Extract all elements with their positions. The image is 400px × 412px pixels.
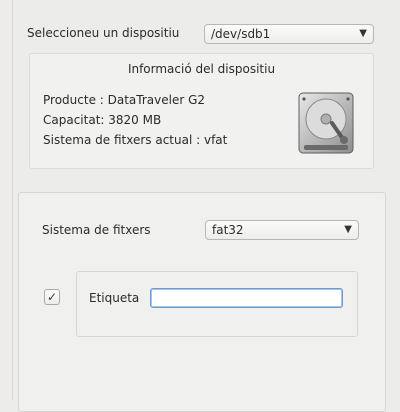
device-info-panel: Informació del dispositiu Producte : Dat…: [29, 53, 374, 169]
device-select-label: Seleccioneu un dispositiu: [27, 26, 180, 40]
device-select[interactable]: /dev/sdb1 ▼: [204, 24, 374, 44]
label-checkbox[interactable]: ✓: [44, 289, 60, 305]
chevron-down-icon: ▼: [344, 224, 352, 235]
hard-drive-icon: [298, 92, 354, 154]
chevron-down-icon: ▼: [359, 28, 367, 39]
device-select-value: /dev/sdb1: [211, 27, 271, 41]
product-text: Producte : DataTraveler G2: [43, 93, 206, 107]
label-field-label: Etiqueta: [89, 291, 140, 305]
label-input[interactable]: [150, 288, 343, 308]
filesystem-select-value: fat32: [212, 223, 244, 237]
device-info-title: Informació del dispositiu: [127, 62, 276, 76]
current-filesystem-text: Sistema de fitxers actual : vfat: [43, 133, 228, 147]
window-left-edge: [0, 0, 13, 400]
filesystem-select-label: Sistema de fitxers: [42, 223, 151, 237]
filesystem-select[interactable]: fat32 ▼: [205, 220, 359, 240]
capacity-text: Capacitat: 3820 MB: [43, 113, 162, 127]
